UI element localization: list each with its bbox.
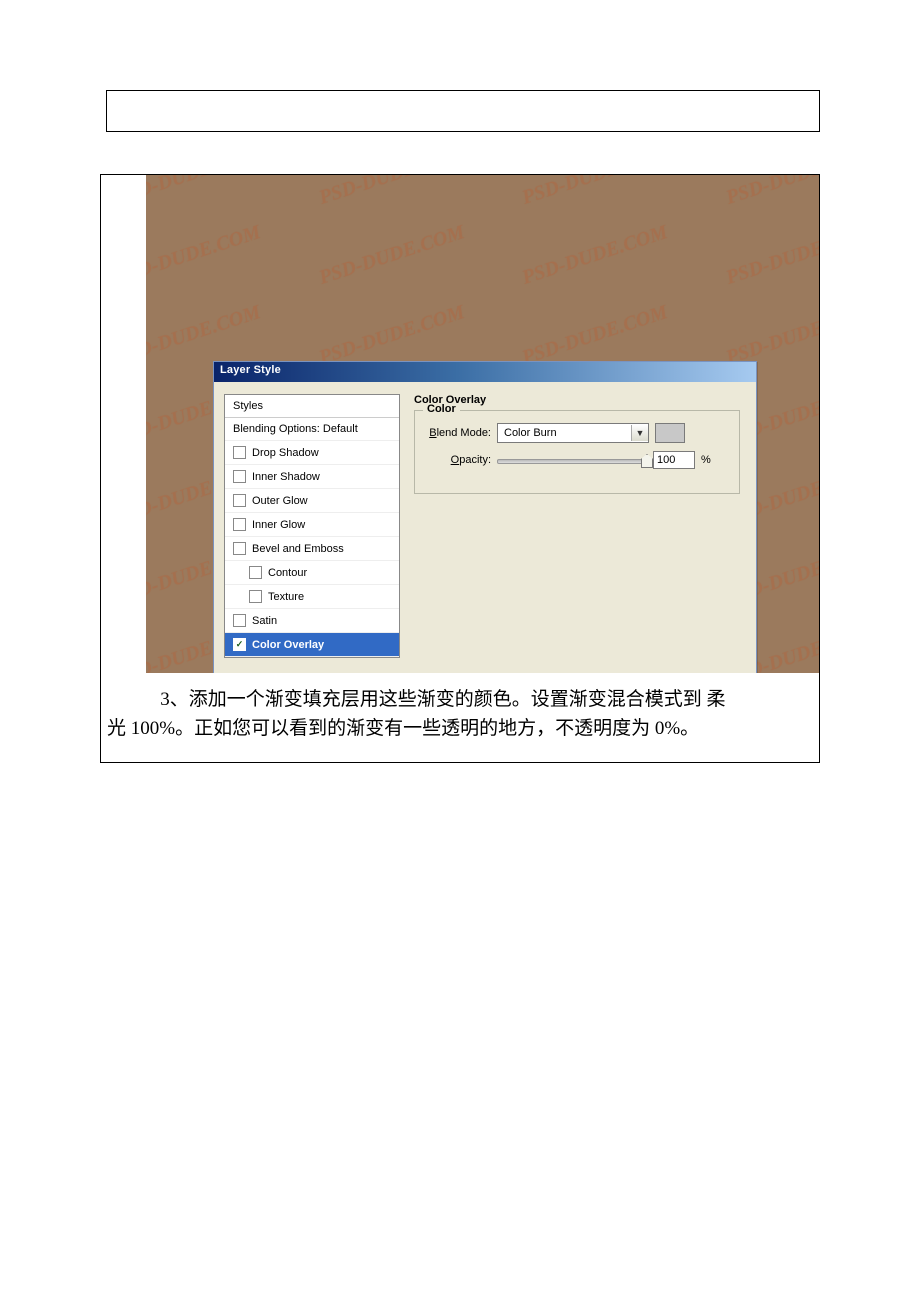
slider-thumb-icon[interactable] <box>641 454 653 468</box>
style-row-label: Inner Shadow <box>252 471 320 483</box>
color-swatch[interactable] <box>655 423 685 443</box>
chevron-down-icon[interactable]: ▼ <box>631 425 648 441</box>
style-row-label: Blending Options: Default <box>233 423 358 435</box>
checkbox-icon[interactable] <box>249 590 262 603</box>
checkbox-icon[interactable] <box>233 614 246 627</box>
opacity-value-input[interactable]: 100 <box>653 451 695 469</box>
checkbox-icon[interactable] <box>233 470 246 483</box>
layer-style-dialog: Layer Style Styles Blending Options: Def… <box>213 361 757 673</box>
style-row-label: Outer Glow <box>252 495 308 507</box>
opacity-slider[interactable] <box>497 451 647 469</box>
blend-mode-label: Blend Mode: <box>425 427 491 439</box>
checkbox-icon[interactable] <box>233 494 246 507</box>
color-fieldset: Color Blend Mode: Color Burn ▼ <box>414 410 740 494</box>
panel-title: Color Overlay <box>414 394 740 406</box>
style-row-label: Bevel and Emboss <box>252 543 344 555</box>
style-row[interactable]: Inner Glow <box>225 513 399 537</box>
style-row[interactable]: Texture <box>225 585 399 609</box>
checkbox-icon[interactable] <box>233 446 246 459</box>
opacity-label: Opacity: <box>425 454 491 466</box>
main-content-box: PSD-DUDE.COMPSD-DUDE.COMPSD-DUDE.COMPSD-… <box>100 174 820 763</box>
style-row[interactable]: Drop Shadow <box>225 441 399 465</box>
checkbox-icon[interactable] <box>233 542 246 555</box>
screenshot-area: PSD-DUDE.COMPSD-DUDE.COMPSD-DUDE.COMPSD-… <box>101 175 819 673</box>
style-row-label: Inner Glow <box>252 519 305 531</box>
style-row[interactable]: Inner Shadow <box>225 465 399 489</box>
styles-header[interactable]: Styles <box>225 395 399 418</box>
color-overlay-panel: Color Overlay Color Blend Mode: Color Bu… <box>400 394 746 658</box>
blend-mode-dropdown[interactable]: Color Burn ▼ <box>497 423 649 443</box>
checkbox-icon[interactable] <box>233 638 246 651</box>
opacity-unit: % <box>701 454 711 466</box>
style-row-label: Satin <box>252 615 277 627</box>
style-row-label: Contour <box>268 567 307 579</box>
styles-list: Styles Blending Options: Default Drop Sha… <box>224 394 400 658</box>
caption-text: 3、添加一个渐变填充层用这些渐变的颜色。设置渐变混合模式到 柔 光 100%。正… <box>101 673 819 762</box>
checkbox-icon[interactable] <box>233 518 246 531</box>
style-row[interactable]: Bevel and Emboss <box>225 537 399 561</box>
style-row-label: Texture <box>268 591 304 603</box>
style-row[interactable]: Contour <box>225 561 399 585</box>
top-empty-box <box>106 90 820 132</box>
style-row[interactable]: Blending Options: Default <box>225 418 399 441</box>
style-row[interactable]: Outer Glow <box>225 489 399 513</box>
style-row-label: Color Overlay <box>252 639 324 651</box>
style-row-label: Drop Shadow <box>252 447 319 459</box>
leather-background: PSD-DUDE.COMPSD-DUDE.COMPSD-DUDE.COMPSD-… <box>146 175 819 673</box>
style-row[interactable]: Satin <box>225 609 399 633</box>
checkbox-icon[interactable] <box>249 566 262 579</box>
style-row[interactable]: Color Overlay <box>225 633 399 657</box>
dialog-titlebar: Layer Style <box>214 362 756 382</box>
fieldset-legend: Color <box>423 403 460 415</box>
blend-mode-value: Color Burn <box>498 427 631 439</box>
